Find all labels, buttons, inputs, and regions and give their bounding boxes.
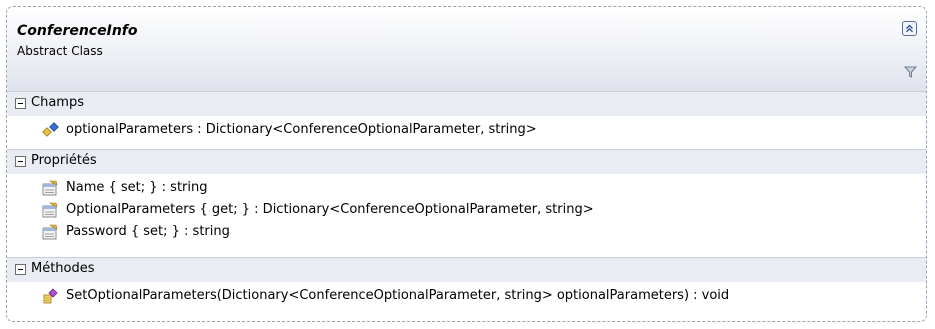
property-row[interactable]: Password { set; } : string <box>7 221 926 244</box>
property-icon <box>42 180 58 196</box>
collapse-icon[interactable] <box>902 21 917 36</box>
class-stereotype: Abstract Class <box>17 44 103 58</box>
method-row[interactable]: SetOptionalParameters(Dictionary<Confere… <box>7 285 926 308</box>
method-icon <box>43 288 58 304</box>
filter-icon[interactable] <box>904 65 917 78</box>
methods-compartment-title: Méthodes <box>31 261 95 276</box>
fields-compartment-title: Champs <box>31 95 84 110</box>
class-shape[interactable]: ConferenceInfo Abstract Class Champs opt… <box>6 6 927 322</box>
property-row[interactable]: OptionalParameters { get; } : Dictionary… <box>7 199 926 222</box>
fields-compartment-header[interactable]: Champs <box>7 91 926 116</box>
methods-compartment-header[interactable]: Méthodes <box>7 257 926 282</box>
properties-compartment-header[interactable]: Propriétés <box>7 149 926 174</box>
class-name: ConferenceInfo <box>17 23 138 39</box>
property-icon <box>42 202 58 218</box>
property-row[interactable]: Name { set; } : string <box>7 177 926 200</box>
collapse-toggle-icon[interactable] <box>15 98 26 109</box>
field-row[interactable]: optionalParameters : Dictionary<Conferen… <box>7 119 926 142</box>
field-text: optionalParameters : Dictionary<Conferen… <box>66 122 537 137</box>
field-icon <box>42 122 59 137</box>
property-text: OptionalParameters { get; } : Dictionary… <box>66 202 594 217</box>
method-text: SetOptionalParameters(Dictionary<Confere… <box>66 288 730 303</box>
collapse-toggle-icon[interactable] <box>15 156 26 167</box>
property-text: Name { set; } : string <box>66 180 208 195</box>
collapse-toggle-icon[interactable] <box>15 264 26 275</box>
properties-compartment-title: Propriétés <box>31 153 97 168</box>
property-icon <box>42 224 58 240</box>
class-header[interactable]: ConferenceInfo Abstract Class <box>7 7 926 91</box>
property-text: Password { set; } : string <box>66 224 230 239</box>
